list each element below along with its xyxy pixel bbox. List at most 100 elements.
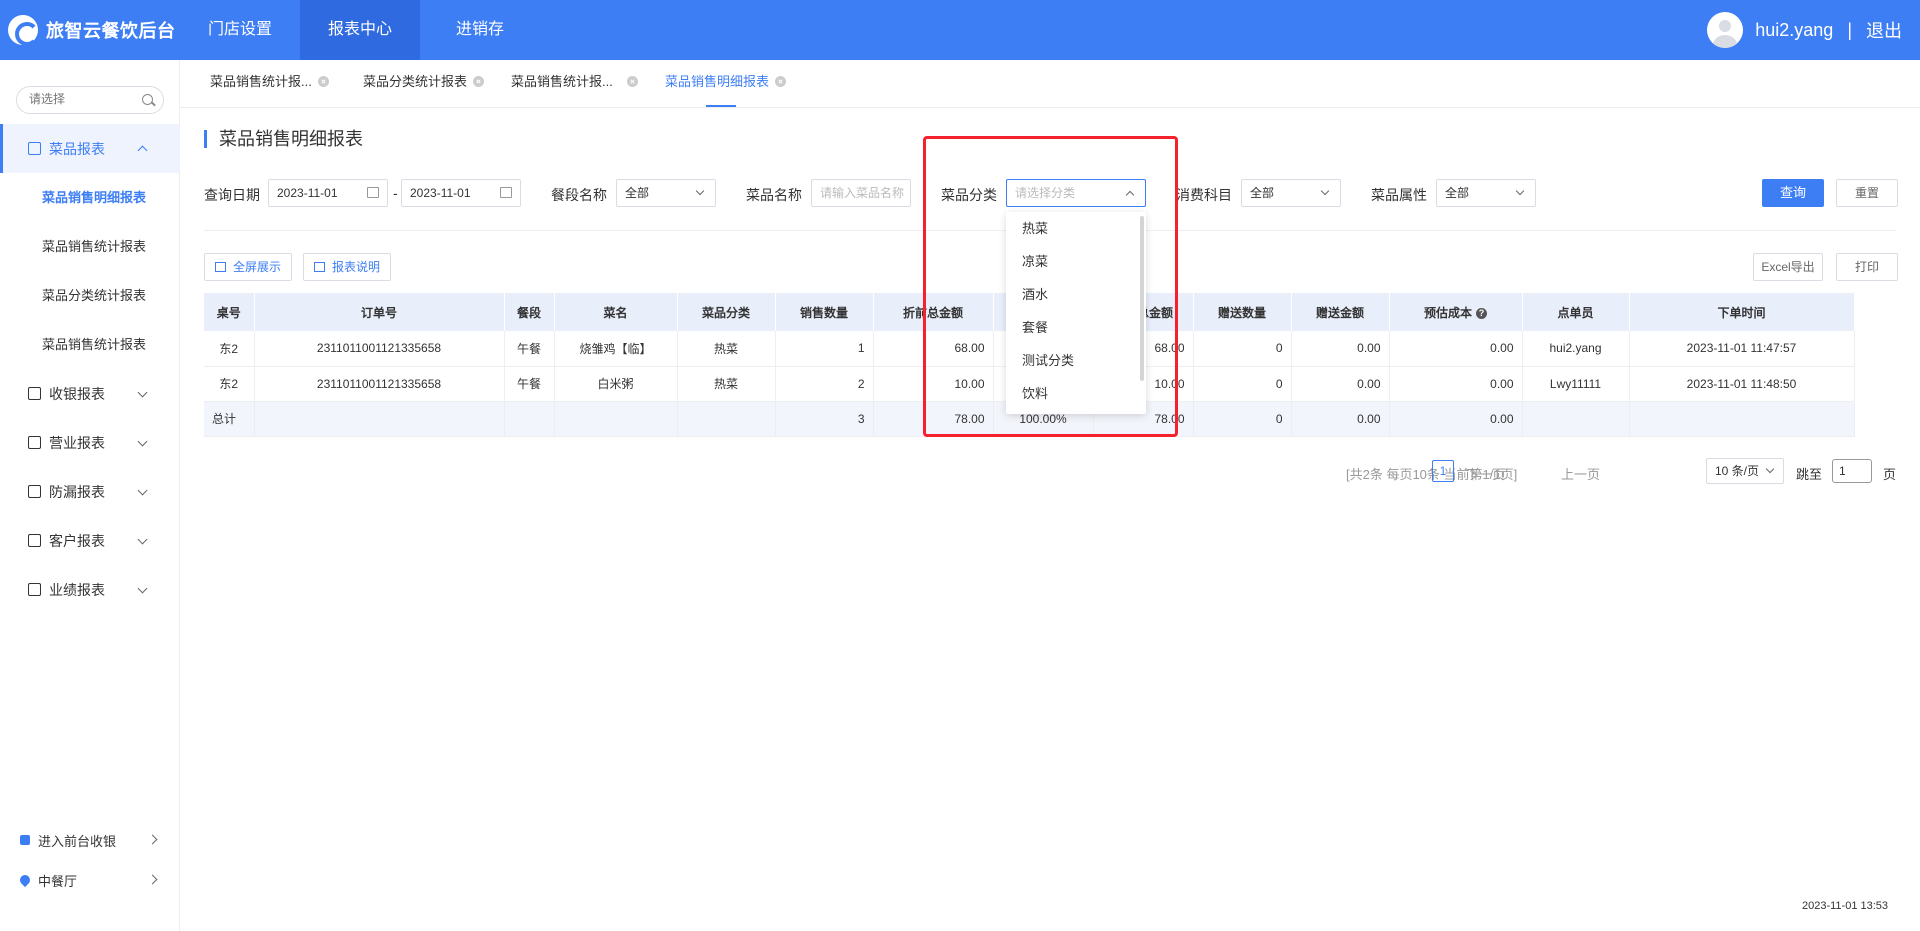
cell	[504, 401, 555, 437]
tab-dish-sales-stats[interactable]: 菜品销售统计报...	[210, 60, 329, 108]
cell: 1	[775, 331, 874, 367]
sidebar-group-business-report[interactable]: 营业报表	[0, 418, 180, 467]
sidebar-group-label: 收银报表	[49, 385, 105, 402]
tab-bar: 菜品销售统计报... 菜品分类统计报表 菜品销售统计报... 菜品销售明细报表	[180, 60, 1920, 108]
nav-store-settings[interactable]: 门店设置	[180, 0, 300, 60]
sidebar-search-input[interactable]	[29, 92, 139, 106]
excel-export-button[interactable]: Excel导出	[1753, 253, 1823, 281]
cell: 0	[1193, 331, 1292, 367]
date-from-value: 2023-11-01	[277, 186, 338, 200]
cell	[1522, 401, 1630, 437]
highlight-annotation	[923, 136, 1178, 437]
attr-value: 全部	[1445, 186, 1470, 200]
est-cost-label: 预估成本	[1423, 305, 1472, 320]
logo-icon	[8, 15, 39, 46]
avatar[interactable]	[1707, 12, 1744, 48]
tab-label: 菜品分类统计报表	[363, 74, 468, 89]
date-from-input[interactable]: 2023-11-01	[268, 179, 388, 207]
username[interactable]: hui2.yang	[1755, 20, 1833, 41]
cell: 2023-11-01 11:48:50	[1629, 366, 1855, 402]
close-icon[interactable]	[317, 76, 329, 88]
close-icon[interactable]	[626, 76, 638, 88]
tab-dish-category-stats[interactable]: 菜品分类统计报表	[363, 60, 485, 108]
cell	[554, 401, 678, 437]
tab-label: 菜品销售统计报...	[511, 74, 613, 89]
sidebar-group-label: 营业报表	[49, 434, 105, 451]
reset-button[interactable]: 重置	[1836, 179, 1898, 207]
chevron-down-icon	[1320, 186, 1330, 196]
close-icon[interactable]	[473, 76, 485, 88]
app-title: 旅智云餐饮后台	[46, 21, 176, 41]
query-button[interactable]: 查询	[1762, 179, 1824, 207]
sidebar-group-customer-report[interactable]: 客户报表	[0, 516, 180, 565]
chevron-down-icon	[137, 583, 148, 594]
cell: hui2.yang	[1522, 331, 1630, 367]
sidebar-group-label: 客户报表	[49, 532, 105, 549]
explain-button[interactable]: 报表说明	[303, 253, 392, 281]
cell: 0	[1193, 366, 1292, 402]
col-gift-amount: 赠送金额	[1291, 293, 1390, 331]
nav-inventory[interactable]: 进销存	[420, 0, 540, 60]
chart-icon	[28, 436, 41, 449]
date-to-input[interactable]: 2023-11-01	[401, 179, 521, 207]
cell: 2311011001121335658	[254, 366, 505, 402]
prev-page-button[interactable]: 上一页	[1561, 464, 1600, 483]
page-size-select[interactable]: 10 条/页	[1706, 458, 1784, 484]
cashier-icon	[28, 387, 41, 400]
dish-name-label: 菜品名称	[746, 187, 802, 203]
cell: 0	[1193, 401, 1292, 437]
nav-report-center[interactable]: 报表中心	[300, 0, 420, 60]
sidebar-search[interactable]	[16, 86, 164, 114]
period-select[interactable]: 全部	[616, 179, 716, 207]
search-icon[interactable]	[142, 94, 153, 105]
print-button[interactable]: 打印	[1836, 253, 1898, 281]
cell: 2	[775, 366, 874, 402]
cell: 3	[775, 401, 874, 437]
jump-label: 跳至	[1796, 467, 1823, 482]
pos-icon	[20, 835, 30, 845]
bar-chart-icon	[314, 262, 325, 272]
cell: 总计	[204, 401, 255, 437]
cell: 热菜	[677, 331, 776, 367]
col-dish-name: 菜名	[554, 293, 678, 331]
tab-dish-sales-stats-2[interactable]: 菜品销售统计报...	[511, 60, 638, 108]
sidebar-item-dish-sales-stats-2[interactable]: 菜品销售统计报表	[0, 320, 180, 369]
help-icon[interactable]: ?	[1476, 307, 1487, 319]
cell	[254, 401, 505, 437]
sidebar-group-performance-report[interactable]: 业绩报表	[0, 565, 180, 614]
sidebar-group-cashier-report[interactable]: 收银报表	[0, 369, 180, 418]
sidebar-item-dish-category-stats[interactable]: 菜品分类统计报表	[0, 271, 180, 320]
col-est-cost: 预估成本?	[1389, 293, 1523, 331]
cell: 烧雏鸡【临】	[554, 331, 678, 367]
user-separator: |	[1847, 19, 1852, 40]
enter-pos-link[interactable]: 进入前台收银	[0, 820, 180, 860]
calendar-icon	[367, 187, 379, 198]
date-dash: -	[393, 185, 398, 201]
tab-dish-sales-detail[interactable]: 菜品销售明细报表	[665, 60, 787, 108]
store-switch[interactable]: 中餐厅	[0, 860, 180, 900]
jump-page-input[interactable]: 1	[1832, 459, 1872, 483]
logout-link[interactable]: 退出	[1866, 17, 1902, 43]
expense-value: 全部	[1250, 186, 1275, 200]
fullscreen-button[interactable]: 全屏展示	[204, 253, 293, 281]
sidebar-group-dish-report[interactable]: 菜品报表	[0, 124, 180, 173]
top-bar: 旅智云餐饮后台 门店设置 报表中心 进销存 hui2.yang | 退出	[0, 0, 1920, 60]
cell	[1629, 401, 1855, 437]
page-number-current[interactable]: 1	[1432, 460, 1454, 482]
page-unit-label: 页	[1883, 467, 1897, 482]
sidebar-group-leak-report[interactable]: 防漏报表	[0, 467, 180, 516]
chevron-right-icon	[147, 874, 158, 885]
chevron-up-icon	[137, 145, 148, 156]
expense-select[interactable]: 全部	[1241, 179, 1341, 207]
dish-name-input[interactable]: 请输入菜品名称	[811, 179, 911, 207]
app-logo[interactable]: 旅智云餐饮后台	[8, 14, 176, 46]
sidebar-item-dish-sales-stats[interactable]: 菜品销售统计报表	[0, 222, 180, 271]
sidebar-item-dish-sales-detail[interactable]: 菜品销售明细报表	[0, 173, 180, 222]
active-tab-indicator	[706, 105, 736, 107]
dish-name-placeholder: 请输入菜品名称	[820, 186, 905, 200]
close-icon[interactable]	[775, 76, 787, 88]
trend-icon	[28, 583, 41, 596]
cell: 0.00	[1291, 366, 1390, 402]
attr-select[interactable]: 全部	[1436, 179, 1536, 207]
next-page-button[interactable]: 下一页	[1466, 464, 1505, 483]
